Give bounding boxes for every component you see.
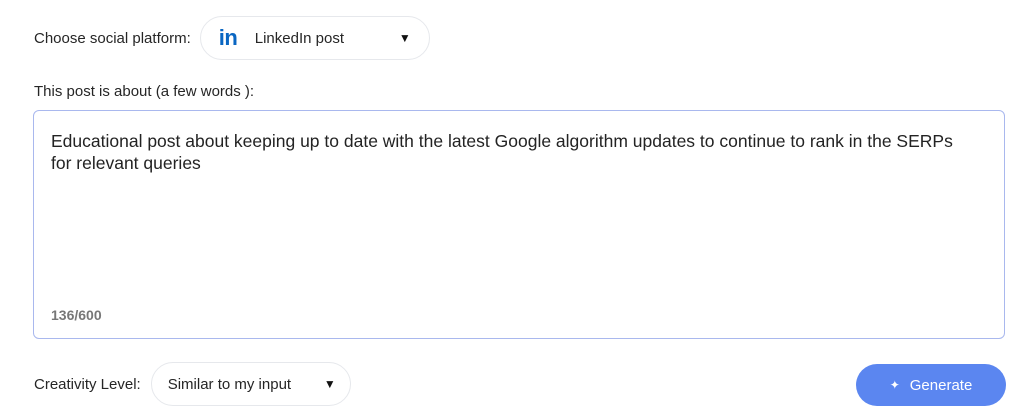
platform-label: Choose social platform: [34,29,191,47]
creativity-label: Creativity Level: [34,375,141,393]
platform-row: Choose social platform: in LinkedIn post… [34,16,430,60]
caret-down-icon: ▼ [398,31,411,45]
platform-select[interactable]: in LinkedIn post ▼ [199,16,430,60]
creativity-select[interactable]: Similar to my input ▼ [150,362,351,406]
caret-down-icon: ▼ [323,377,336,391]
creativity-selected-value: Similar to my input [167,375,292,393]
creativity-row: Creativity Level: Similar to my input ▼ [34,362,351,406]
generate-label: Generate [909,376,973,394]
generate-button[interactable]: ✦ Generate [856,364,1006,406]
linkedin-icon: in [218,25,238,50]
sparkle-icon: ✦ [889,378,900,392]
about-label: This post is about (a few words ): [34,83,255,100]
about-text[interactable]: Educational post about keeping up to dat… [51,130,964,174]
about-textarea[interactable]: Educational post about keeping up to dat… [33,110,1005,339]
character-counter: 136/600 [51,307,102,323]
platform-selected-value: LinkedIn post [254,29,344,47]
